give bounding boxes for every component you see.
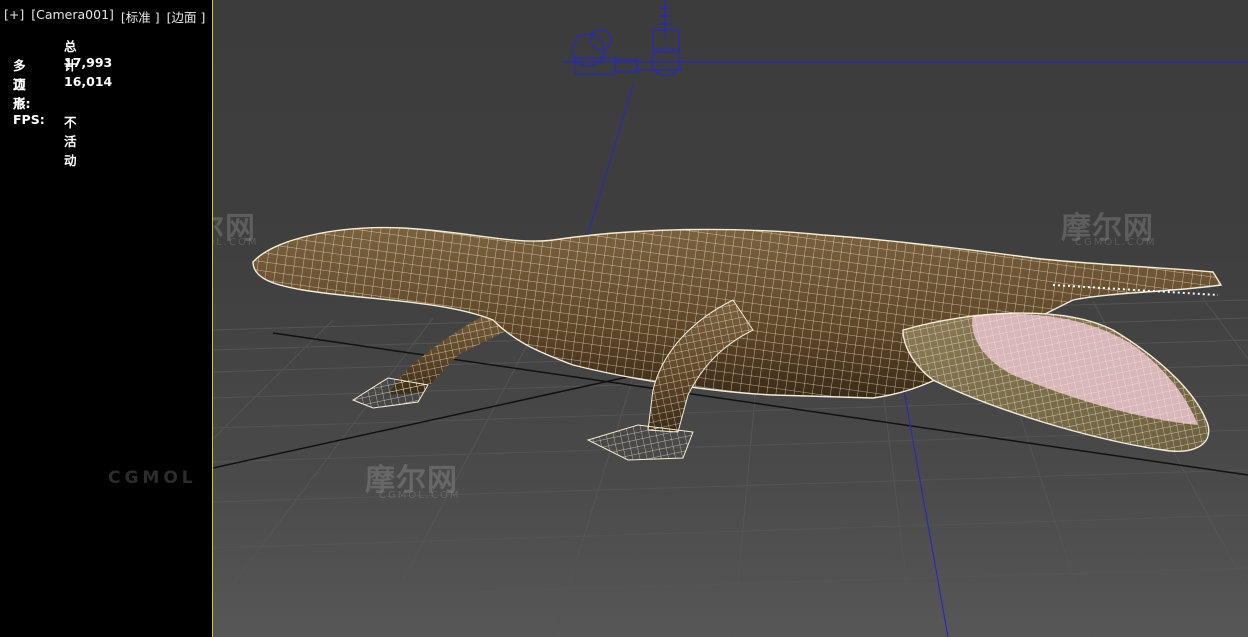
camera-gizmo-icon <box>571 0 683 77</box>
viewport-edges-menu[interactable]: [边面 ] <box>167 7 206 26</box>
scene-canvas <box>213 0 1248 637</box>
perspective-scene[interactable]: 摩尔网 CGMOL.COM 摩尔网 CGMOL.COM 摩尔网 CGMOL.CO… <box>213 0 1248 637</box>
camera-line <box>902 384 949 637</box>
viewport-label-menu: [+] [Camera001] [标准 ] [边面 ] <box>4 7 205 26</box>
polygons-value: 17,993 <box>64 55 113 70</box>
viewport-shading-menu[interactable]: [标准 ] <box>121 7 160 26</box>
safe-frame-border <box>212 0 213 637</box>
vertices-value: 16,014 <box>64 74 113 89</box>
viewport-letterbox <box>0 0 212 637</box>
vertices-label: 顶点: <box>13 77 31 111</box>
viewport-general-menu[interactable]: [+] <box>4 7 24 26</box>
viewport-point-of-view-menu[interactable]: [Camera001] <box>31 7 114 26</box>
fps-value: 不活动 <box>64 115 77 168</box>
fps-label: FPS: <box>13 112 45 127</box>
viewport[interactable]: 摩尔网 CGMOL.COM 摩尔网 CGMOL.COM 摩尔网 CGMOL.CO… <box>0 0 1248 637</box>
